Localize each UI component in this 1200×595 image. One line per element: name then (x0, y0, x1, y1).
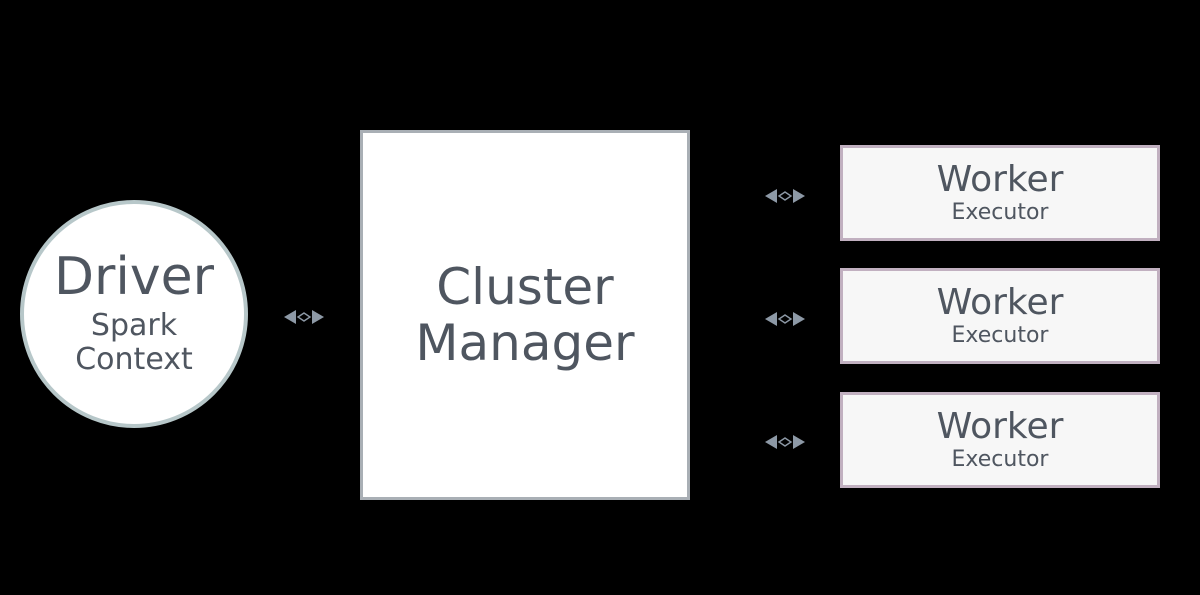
connector-cluster-worker-3 (765, 433, 805, 451)
worker-1-sub: Executor (952, 201, 1049, 225)
cluster-title-line2: Manager (415, 315, 634, 371)
driver-sub2: Context (75, 343, 193, 378)
cluster-title-line1: Cluster (436, 259, 613, 315)
worker-3-sub: Executor (952, 448, 1049, 472)
connector-cluster-worker-1 (765, 187, 805, 205)
worker-node-3: Worker Executor (840, 392, 1160, 488)
driver-sub1: Spark (91, 309, 177, 344)
worker-2-sub: Executor (952, 324, 1049, 348)
driver-title: Driver (54, 250, 214, 305)
worker-1-title: Worker (937, 161, 1064, 199)
worker-node-1: Worker Executor (840, 145, 1160, 241)
worker-2-title: Worker (937, 284, 1064, 322)
connector-cluster-worker-2 (765, 310, 805, 328)
driver-node: Driver Spark Context (20, 200, 248, 428)
cluster-manager-node: Cluster Manager (360, 130, 690, 500)
connector-driver-cluster (284, 308, 324, 326)
worker-3-title: Worker (937, 408, 1064, 446)
worker-node-2: Worker Executor (840, 268, 1160, 364)
